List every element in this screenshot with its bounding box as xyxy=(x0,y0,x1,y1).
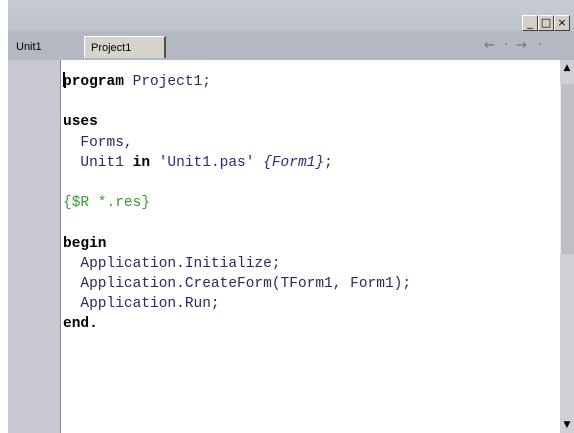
tab-project1[interactable]: Project1 xyxy=(84,36,166,58)
minimize-button[interactable]: _ xyxy=(522,15,538,31)
code-keyword: end xyxy=(63,316,90,333)
code-text: Application.Initialize; xyxy=(63,255,281,272)
code-text: Forms, xyxy=(63,134,133,151)
gutter-divider xyxy=(60,60,61,433)
editor-gutter[interactable] xyxy=(8,60,60,433)
code-text: . xyxy=(89,316,98,333)
code-string: 'Unit1.pas' xyxy=(150,154,255,171)
scroll-up-arrow-icon[interactable]: ▲ xyxy=(561,62,573,74)
tab-unit1[interactable]: Unit1 xyxy=(10,36,48,58)
source-code[interactable]: program Project1; uses Forms, Unit1 in '… xyxy=(63,72,411,335)
code-keyword: uses xyxy=(63,114,98,131)
scrollbar-thumb[interactable] xyxy=(560,84,574,254)
code-text: Unit1 xyxy=(63,154,133,171)
code-keyword: in xyxy=(132,154,151,171)
code-comment: {Form1} xyxy=(254,154,325,171)
close-button[interactable]: × xyxy=(554,15,570,31)
scroll-down-arrow-icon[interactable]: ▼ xyxy=(561,419,573,431)
code-text: Application.Run; xyxy=(63,296,220,313)
back-dropdown-icon[interactable]: · xyxy=(504,38,508,53)
back-arrow-icon[interactable]: ← xyxy=(484,38,495,53)
code-keyword: begin xyxy=(63,235,107,252)
code-text: ; xyxy=(324,154,333,171)
code-keyword: program xyxy=(63,74,124,90)
code-text: Project1; xyxy=(123,74,211,90)
forward-arrow-icon[interactable]: → xyxy=(516,38,527,53)
forward-dropdown-icon[interactable]: · xyxy=(538,38,542,53)
code-directive: {$R *.res} xyxy=(63,195,151,212)
restore-button[interactable]: □ xyxy=(538,15,554,31)
code-text: Application.CreateForm(TForm1, Form1); xyxy=(63,276,412,293)
